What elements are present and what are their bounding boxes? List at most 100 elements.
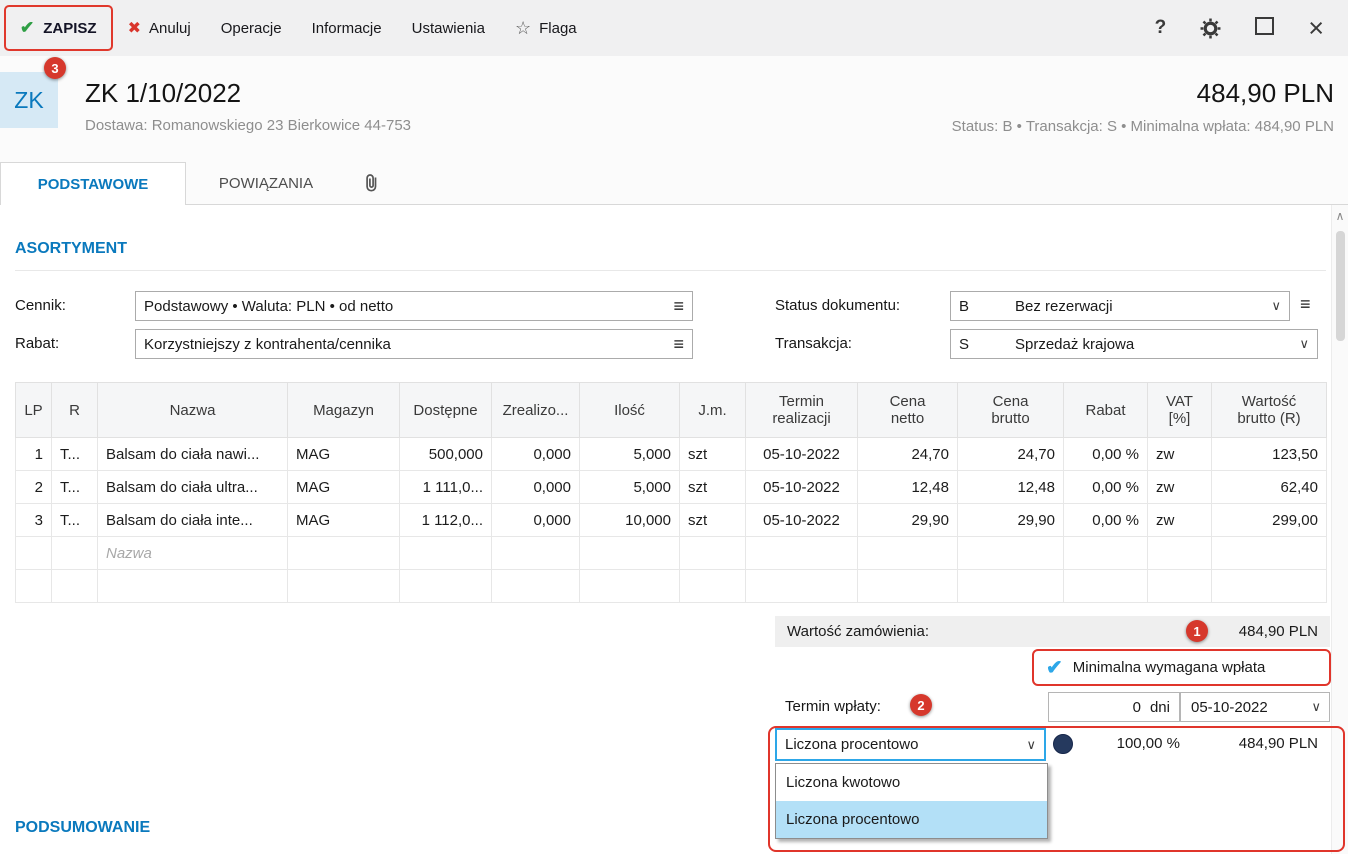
- column-header[interactable]: J.m.: [680, 383, 746, 438]
- vertical-scrollbar[interactable]: ∧: [1331, 205, 1348, 854]
- table-cell[interactable]: 29,90: [858, 504, 958, 537]
- table-cell[interactable]: 1: [16, 438, 52, 471]
- table-cell[interactable]: [1064, 570, 1148, 603]
- table-row[interactable]: 3T...Balsam do ciała inte...MAG1 112,0..…: [16, 504, 1327, 537]
- column-header[interactable]: VAT [%]: [1148, 383, 1212, 438]
- table-cell[interactable]: 24,70: [858, 438, 958, 471]
- table-cell[interactable]: [580, 537, 680, 570]
- table-row[interactable]: 2T...Balsam do ciała ultra...MAG1 111,0.…: [16, 471, 1327, 504]
- table-cell[interactable]: 3: [16, 504, 52, 537]
- column-header[interactable]: Magazyn: [288, 383, 400, 438]
- column-header[interactable]: LP: [16, 383, 52, 438]
- transaction-select[interactable]: S Sprzedaż krajowa ∨: [950, 329, 1318, 359]
- table-cell[interactable]: 1 111,0...: [400, 471, 492, 504]
- column-header[interactable]: R: [52, 383, 98, 438]
- table-cell[interactable]: 5,000: [580, 471, 680, 504]
- dropdown-option[interactable]: Liczona procentowo: [776, 801, 1047, 838]
- table-cell[interactable]: T...: [52, 471, 98, 504]
- table-cell[interactable]: szt: [680, 438, 746, 471]
- table-cell[interactable]: 05-10-2022: [746, 471, 858, 504]
- table-cell[interactable]: 24,70: [958, 438, 1064, 471]
- menu-ustawienia[interactable]: Ustawienia: [397, 0, 500, 56]
- table-cell[interactable]: 62,40: [1212, 471, 1327, 504]
- table-cell[interactable]: szt: [680, 471, 746, 504]
- table-cell[interactable]: [746, 537, 858, 570]
- table-cell[interactable]: [1064, 537, 1148, 570]
- scroll-up-arrow[interactable]: ∧: [1332, 209, 1348, 223]
- discount-field[interactable]: Korzystniejszy z kontrahenta/cennika ≡: [135, 329, 693, 359]
- table-cell[interactable]: 0,000: [492, 504, 580, 537]
- paperclip-icon[interactable]: [362, 172, 381, 198]
- gear-icon[interactable]: [1200, 18, 1221, 39]
- price-list-field[interactable]: Podstawowy • Waluta: PLN • od netto ≡: [135, 291, 693, 321]
- table-cell[interactable]: 0,000: [492, 471, 580, 504]
- min-payment-checkbox[interactable]: ✔ Minimalna wymagana wpłata: [1032, 649, 1331, 686]
- column-header[interactable]: Cena brutto: [958, 383, 1064, 438]
- table-cell[interactable]: [98, 570, 288, 603]
- table-cell[interactable]: zw: [1148, 471, 1212, 504]
- maximize-button[interactable]: [1255, 17, 1274, 39]
- new-item-row[interactable]: Nazwa: [16, 537, 1327, 570]
- table-cell[interactable]: MAG: [288, 504, 400, 537]
- table-cell[interactable]: Balsam do ciała ultra...: [98, 471, 288, 504]
- table-cell[interactable]: szt: [680, 504, 746, 537]
- table-cell[interactable]: MAG: [288, 438, 400, 471]
- table-cell[interactable]: T...: [52, 504, 98, 537]
- calc-mode-select[interactable]: Liczona procentowo ∨: [775, 728, 1046, 761]
- table-cell[interactable]: [52, 570, 98, 603]
- table-cell[interactable]: 500,000: [400, 438, 492, 471]
- scrollbar-thumb[interactable]: [1336, 231, 1345, 341]
- table-cell[interactable]: 5,000: [580, 438, 680, 471]
- table-cell[interactable]: [52, 537, 98, 570]
- table-cell[interactable]: zw: [1148, 438, 1212, 471]
- table-cell[interactable]: [858, 537, 958, 570]
- table-cell[interactable]: Balsam do ciała inte...: [98, 504, 288, 537]
- payment-term-days-input[interactable]: 0 dni: [1048, 692, 1180, 722]
- table-cell[interactable]: [16, 570, 52, 603]
- help-button[interactable]: ?: [1155, 17, 1167, 39]
- menu-informacje[interactable]: Informacje: [297, 0, 397, 56]
- close-button[interactable]: ×: [1308, 18, 1324, 38]
- table-cell[interactable]: 1 112,0...: [400, 504, 492, 537]
- table-cell[interactable]: [580, 570, 680, 603]
- table-cell[interactable]: [746, 570, 858, 603]
- table-cell[interactable]: [680, 537, 746, 570]
- table-cell[interactable]: 12,48: [958, 471, 1064, 504]
- cancel-button[interactable]: ✖ Anuluj: [113, 0, 206, 56]
- table-cell[interactable]: [16, 537, 52, 570]
- table-cell[interactable]: 0,00 %: [1064, 438, 1148, 471]
- table-cell[interactable]: 2: [16, 471, 52, 504]
- tab-powiazania[interactable]: POWIĄZANIA: [186, 162, 346, 205]
- save-button[interactable]: ✔ ZAPISZ: [4, 5, 113, 51]
- doc-status-select[interactable]: B Bez rezerwacji ∨: [950, 291, 1290, 321]
- table-cell[interactable]: 0,00 %: [1064, 504, 1148, 537]
- table-cell[interactable]: [400, 570, 492, 603]
- table-cell[interactable]: 0,000: [492, 438, 580, 471]
- hamburger-menu-icon[interactable]: ≡: [673, 334, 684, 355]
- flag-button[interactable]: ☆ Flaga: [500, 0, 592, 56]
- table-cell[interactable]: [680, 570, 746, 603]
- table-cell[interactable]: Nazwa: [98, 537, 288, 570]
- table-cell[interactable]: [1212, 537, 1327, 570]
- table-cell[interactable]: 05-10-2022: [746, 504, 858, 537]
- table-row[interactable]: 1T...Balsam do ciała nawi...MAG500,0000,…: [16, 438, 1327, 471]
- column-header[interactable]: Cena netto: [858, 383, 958, 438]
- table-cell[interactable]: [288, 570, 400, 603]
- payment-term-date-select[interactable]: 05-10-2022 ∨: [1180, 692, 1330, 722]
- table-cell[interactable]: 05-10-2022: [746, 438, 858, 471]
- table-cell[interactable]: [288, 537, 400, 570]
- table-cell[interactable]: 10,000: [580, 504, 680, 537]
- table-cell[interactable]: [492, 570, 580, 603]
- table-cell[interactable]: T...: [52, 438, 98, 471]
- column-header[interactable]: Termin realizacji: [746, 383, 858, 438]
- table-cell[interactable]: [1148, 570, 1212, 603]
- table-cell[interactable]: [858, 570, 958, 603]
- table-cell[interactable]: 299,00: [1212, 504, 1327, 537]
- table-cell[interactable]: [400, 537, 492, 570]
- table-cell[interactable]: [492, 537, 580, 570]
- table-cell[interactable]: [1148, 537, 1212, 570]
- column-header[interactable]: Nazwa: [98, 383, 288, 438]
- doc-status-hamburger-icon[interactable]: ≡: [1300, 294, 1311, 315]
- empty-row[interactable]: [16, 570, 1327, 603]
- table-cell[interactable]: [958, 537, 1064, 570]
